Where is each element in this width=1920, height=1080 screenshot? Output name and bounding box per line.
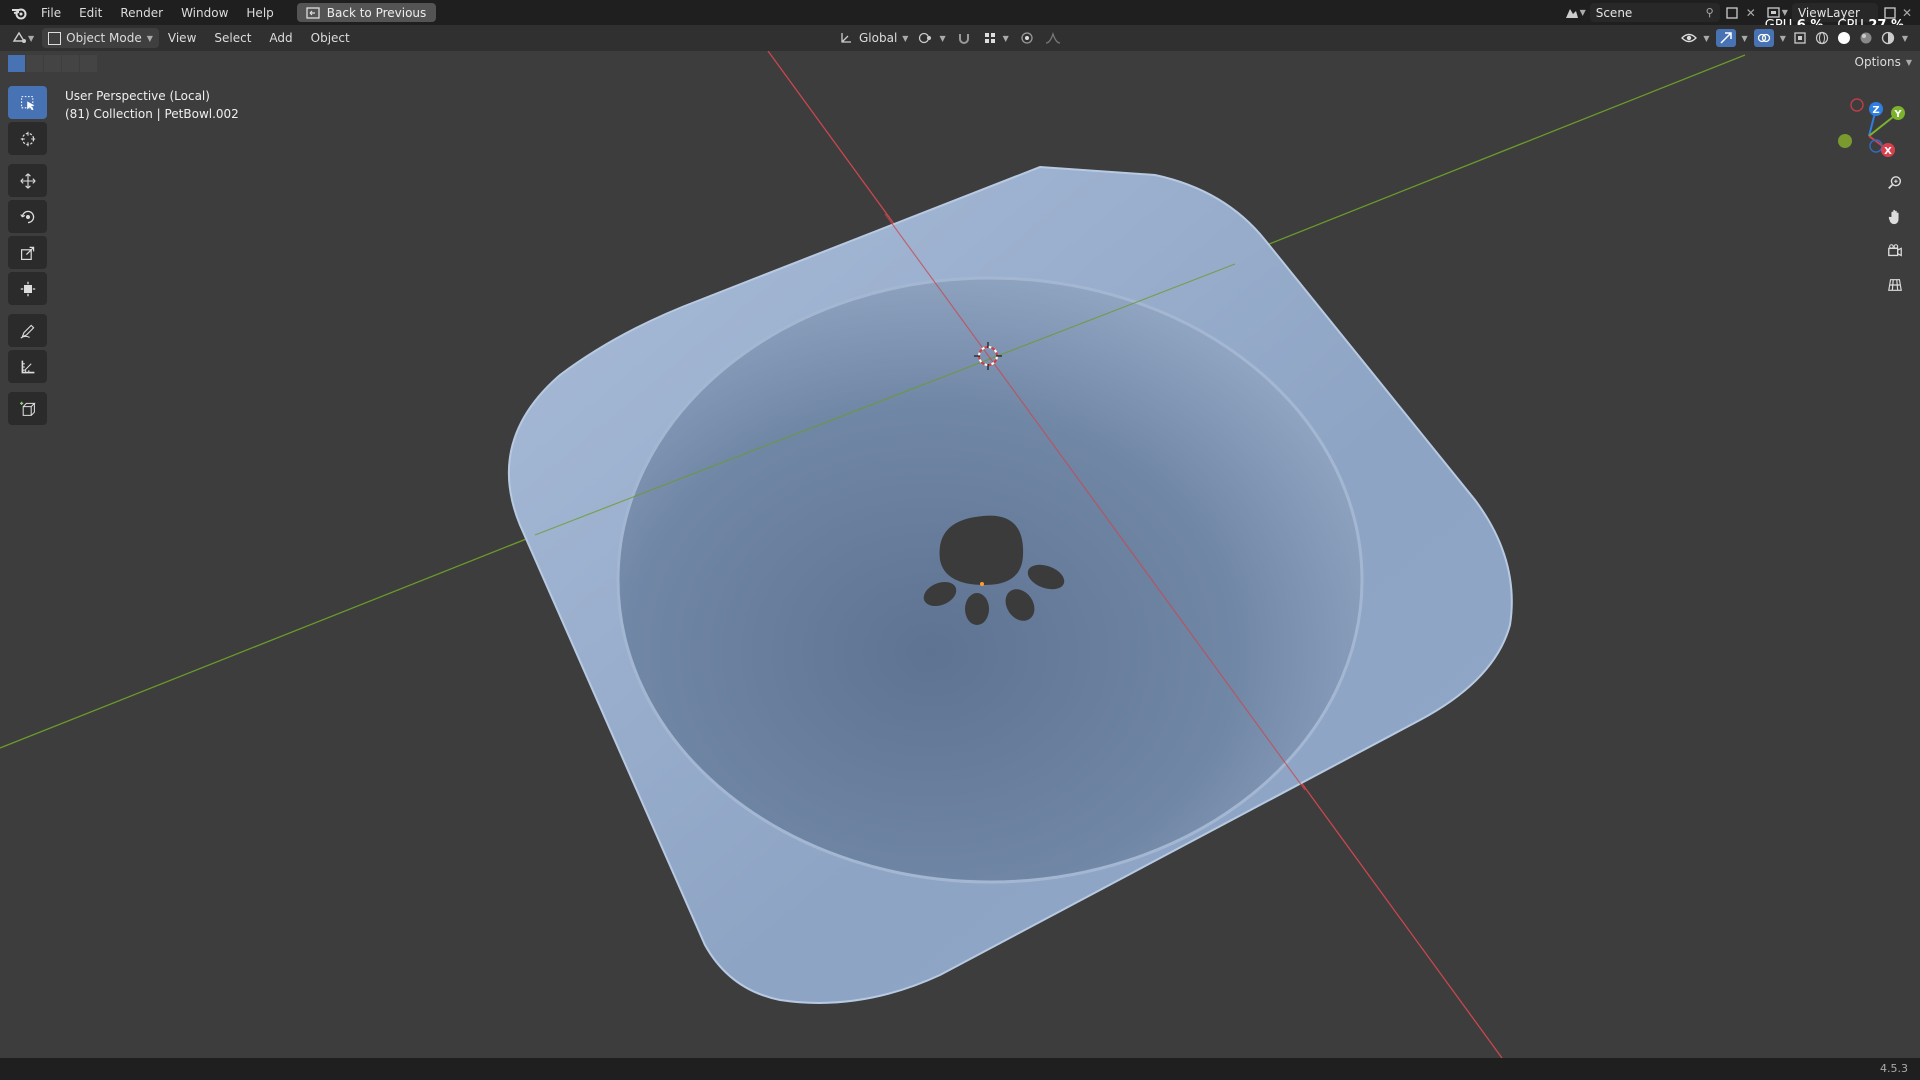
back-to-previous-button[interactable]: Back to Previous [296, 3, 437, 22]
ruler-icon [20, 359, 36, 375]
chevron-down-icon: ▼ [902, 33, 909, 43]
camera-view-button[interactable] [1882, 238, 1908, 264]
status-bar: 4.5.3 [0, 1058, 1920, 1080]
active-object-label: (81) Collection | PetBowl.002 [65, 107, 239, 121]
top-menu-bar: File Edit Render Window Help Back to Pre… [0, 0, 1920, 25]
material-shading-icon[interactable] [1858, 30, 1874, 46]
scene-name: Scene [1595, 5, 1633, 20]
object-mode-dropdown[interactable]: Object Mode ▼ [42, 28, 159, 48]
gizmo-caret[interactable]: ▼ [1742, 34, 1748, 43]
viewport-nav-buttons [1882, 170, 1908, 298]
navigation-gizmo[interactable]: Z Y X [1836, 93, 1906, 163]
header-menu-view[interactable]: View [159, 31, 205, 45]
measure-tool[interactable] [8, 350, 47, 383]
rotate-tool[interactable] [8, 200, 47, 233]
back-to-previous-label: Back to Previous [326, 5, 427, 20]
scale-icon [20, 245, 36, 261]
header-menu-object[interactable]: Object [302, 31, 359, 45]
scene-field[interactable]: Scene ⚲ [1589, 3, 1720, 22]
falloff-curve-icon[interactable] [1045, 30, 1061, 46]
pencil-icon [19, 323, 36, 339]
new-scene-icon[interactable] [1724, 5, 1740, 21]
pivot-dropdown[interactable]: ▼ [918, 30, 946, 46]
chevron-down-icon: ▼ [146, 33, 153, 43]
eye-visibility-icon[interactable] [1681, 30, 1698, 46]
transform-icon [20, 281, 36, 297]
rotate-icon [19, 209, 36, 225]
blender-logo-icon[interactable] [6, 6, 32, 20]
editor-type-icon[interactable] [12, 30, 28, 46]
viewport-canvas[interactable] [0, 51, 1920, 1058]
scene-icon[interactable] [1564, 5, 1580, 21]
object-origin-dot [980, 582, 984, 586]
add-cube-tool[interactable] [8, 392, 47, 425]
chevron-down-icon: ▼ [939, 33, 946, 43]
gizmo-z-label: Z [1872, 105, 1879, 116]
menu-edit[interactable]: Edit [70, 6, 111, 20]
header-menu-add[interactable]: Add [260, 31, 301, 45]
object-mode-icon [48, 31, 62, 45]
snap-toggle-icon[interactable] [956, 30, 972, 46]
tool-shelf [8, 86, 47, 425]
pin-icon[interactable]: ⚲ [1706, 6, 1714, 19]
cursor-icon [20, 131, 36, 147]
rendered-shading-icon[interactable] [1880, 30, 1896, 46]
xray-toggle-icon[interactable] [1792, 30, 1808, 46]
header-menu-select[interactable]: Select [205, 31, 260, 45]
orientation-label: Global [859, 31, 898, 45]
menu-window[interactable]: Window [172, 6, 237, 20]
zoom-magnifier-icon [1887, 175, 1903, 191]
gizmo-y-label: Y [1893, 109, 1902, 120]
chevron-down-icon: ▼ [1002, 33, 1009, 43]
screen-back-icon [305, 5, 321, 21]
cursor-tool[interactable] [8, 122, 47, 155]
transform-tool[interactable] [8, 272, 47, 305]
version-label: 4.5.3 [1880, 1062, 1908, 1075]
menu-help[interactable]: Help [237, 6, 282, 20]
editor-type-caret[interactable]: ▼ [28, 34, 34, 43]
viewport-display-tools: ▼ ▼ ▼ ▼ [1681, 25, 1908, 51]
orientation-dropdown[interactable]: Global ▼ [838, 30, 908, 46]
visibility-caret[interactable]: ▼ [1703, 34, 1709, 43]
camera-icon [1887, 243, 1903, 259]
proportional-edit-icon[interactable] [1019, 30, 1035, 46]
scene-dropdown-caret[interactable]: ▼ [1580, 8, 1586, 17]
snap-grid-icon [982, 30, 998, 46]
pivot-point-icon [918, 30, 934, 46]
move-arrows-icon [19, 172, 36, 189]
select-box-icon [20, 95, 36, 111]
wireframe-shading-icon[interactable] [1814, 30, 1830, 46]
scale-tool[interactable] [8, 236, 47, 269]
gizmo-toggle-icon[interactable] [1715, 29, 1736, 47]
add-cube-icon [19, 401, 36, 417]
orientation-axes-icon [838, 30, 854, 46]
hand-pan-icon [1887, 209, 1903, 225]
perspective-toggle-button[interactable] [1882, 272, 1908, 298]
menu-file[interactable]: File [32, 6, 70, 20]
gizmo-neg-y-icon[interactable] [1838, 134, 1852, 148]
viewport-header: ▼ Object Mode ▼ View Select Add Object G… [0, 25, 1920, 51]
snap-target-dropdown[interactable]: ▼ [982, 30, 1009, 46]
viewlayer-dropdown-caret[interactable]: ▼ [1782, 8, 1788, 17]
view-perspective-label: User Perspective (Local) [65, 89, 210, 103]
overlays-toggle-icon[interactable] [1753, 29, 1774, 47]
zoom-button[interactable] [1882, 170, 1908, 196]
pan-button[interactable] [1882, 204, 1908, 230]
menu-render[interactable]: Render [111, 6, 172, 20]
overlays-caret[interactable]: ▼ [1780, 34, 1786, 43]
solid-shading-icon[interactable] [1836, 30, 1852, 46]
viewport-info-text: User Perspective (Local) (81) Collection… [65, 87, 239, 123]
move-tool[interactable] [8, 164, 47, 197]
shading-caret[interactable]: ▼ [1902, 34, 1908, 43]
grid-perspective-icon [1887, 277, 1903, 293]
delete-scene-icon[interactable]: ✕ [1746, 6, 1756, 20]
transform-tools: Global ▼ ▼ ▼ [838, 25, 1061, 51]
select-box-tool[interactable] [8, 86, 47, 119]
annotate-tool[interactable] [8, 314, 47, 347]
gizmo-neg-x-icon[interactable] [1850, 98, 1864, 112]
gizmo-x-label: X [1884, 146, 1892, 157]
object-mode-label: Object Mode [66, 31, 142, 45]
